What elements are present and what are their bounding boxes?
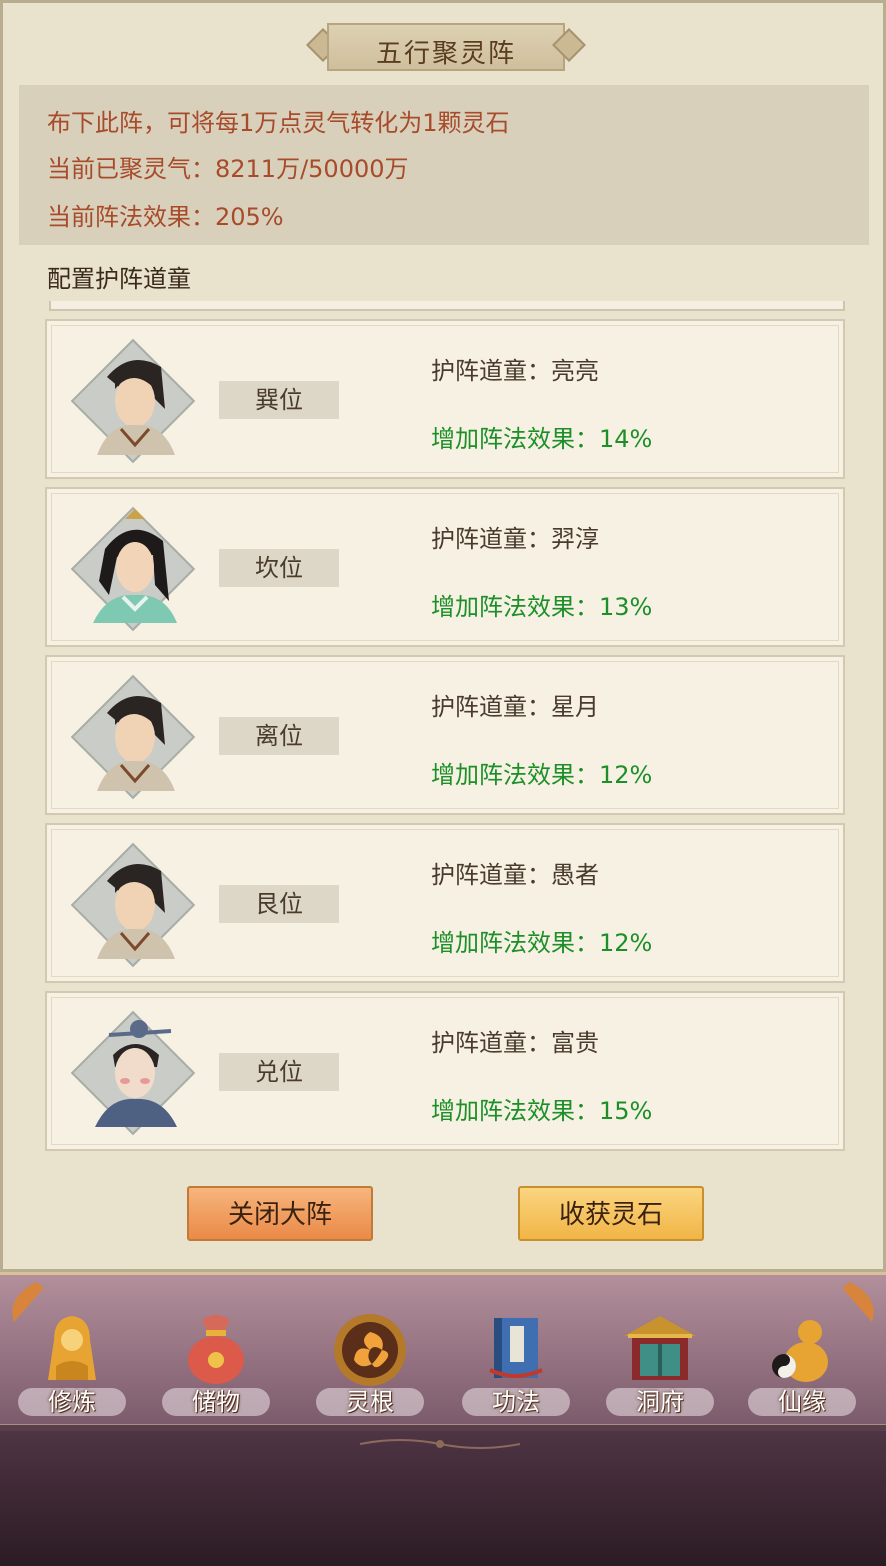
nav-item-immortal-fate[interactable]: 仙缘 [742, 1290, 862, 1430]
nav-ornament-icon [360, 1439, 520, 1449]
nav-label: 洞府 [636, 1388, 684, 1416]
guard-avatar [69, 673, 196, 800]
formation-effect-text: 当前阵法效果：205% [47, 203, 284, 231]
close-formation-button[interactable]: 关闭大阵 [187, 1186, 373, 1241]
conversion-rule-text: 布下此阵，可将每1万点灵气转化为1颗灵石 [47, 109, 510, 137]
guard-card-xun[interactable]: 巽位 护阵道童：亮亮 增加阵法效果：14% [45, 319, 845, 479]
spirit-root-icon [334, 1314, 406, 1386]
scripture-book-icon [489, 1318, 543, 1378]
guard-name: 护阵道童：星月 [431, 693, 599, 721]
formation-panel: 五行聚灵阵 布下此阵，可将每1万点灵气转化为1颗灵石 当前已聚灵气：8211万/… [0, 0, 886, 1272]
slot-label: 离位 [219, 717, 339, 755]
nav-label: 储物 [192, 1388, 240, 1416]
nav-item-spirit-root[interactable]: 灵根 [310, 1290, 430, 1430]
guard-avatar [69, 505, 196, 632]
gathered-qi-text: 当前已聚灵气：8211万/50000万 [47, 155, 409, 183]
guard-card-kan[interactable]: 坎位 护阵道童：羿淳 增加阵法效果：13% [45, 487, 845, 647]
guard-name: 护阵道童：亮亮 [431, 357, 599, 385]
formation-info-box: 布下此阵，可将每1万点灵气转化为1颗灵石 当前已聚灵气：8211万/50000万… [19, 85, 869, 245]
avatar-portrait-icon [97, 863, 175, 959]
slot-label: 坎位 [219, 549, 339, 587]
avatar-portrait-icon [93, 509, 177, 623]
meditation-icon [48, 1316, 96, 1380]
nav-label: 修炼 [48, 1388, 96, 1416]
slot-label: 兑位 [219, 1053, 339, 1091]
storage-bag-icon [188, 1315, 244, 1384]
guard-section-label: 配置护阵道童 [47, 265, 191, 293]
nav-label: 仙缘 [778, 1388, 826, 1416]
guard-avatar [69, 1009, 196, 1136]
harvest-spirit-stones-button[interactable]: 收获灵石 [518, 1186, 704, 1241]
nav-label: 功法 [492, 1388, 540, 1416]
avatar-portrait-icon [97, 359, 175, 455]
guard-card-gen[interactable]: 艮位 护阵道童：愚者 增加阵法效果：12% [45, 823, 845, 983]
guard-bonus: 增加阵法效果：12% [431, 929, 653, 957]
list-scroll-edge [49, 301, 845, 311]
nav-item-techniques[interactable]: 功法 [456, 1290, 576, 1430]
guard-name: 护阵道童：富贵 [431, 1029, 599, 1057]
guard-card-dui[interactable]: 兑位 护阵道童：富贵 增加阵法效果：15% [45, 991, 845, 1151]
nav-item-cave-mansion[interactable]: 洞府 [600, 1290, 720, 1430]
nav-label: 灵根 [346, 1388, 394, 1416]
avatar-portrait-icon [97, 695, 175, 791]
guard-bonus: 增加阵法效果：13% [431, 593, 653, 621]
nav-item-cultivate[interactable]: 修炼 [12, 1290, 132, 1430]
avatar-portrait-icon [95, 1020, 177, 1127]
nav-item-storage[interactable]: 储物 [156, 1290, 276, 1430]
cave-mansion-icon [624, 1316, 696, 1380]
title-banner: 五行聚灵阵 [303, 23, 589, 71]
guard-bonus: 增加阵法效果：15% [431, 1097, 653, 1125]
slot-label: 巽位 [219, 381, 339, 419]
page-title: 五行聚灵阵 [375, 39, 516, 69]
guard-name: 护阵道童：羿淳 [431, 525, 599, 553]
guard-bonus: 增加阵法效果：12% [431, 761, 653, 789]
guard-avatar [69, 841, 196, 968]
guard-card-li[interactable]: 离位 护阵道童：星月 增加阵法效果：12% [45, 655, 845, 815]
guard-avatar [69, 337, 196, 464]
slot-label: 艮位 [219, 885, 339, 923]
guard-name: 护阵道童：愚者 [431, 861, 599, 889]
gourd-icon [772, 1320, 828, 1382]
guard-bonus: 增加阵法效果：14% [431, 425, 653, 453]
